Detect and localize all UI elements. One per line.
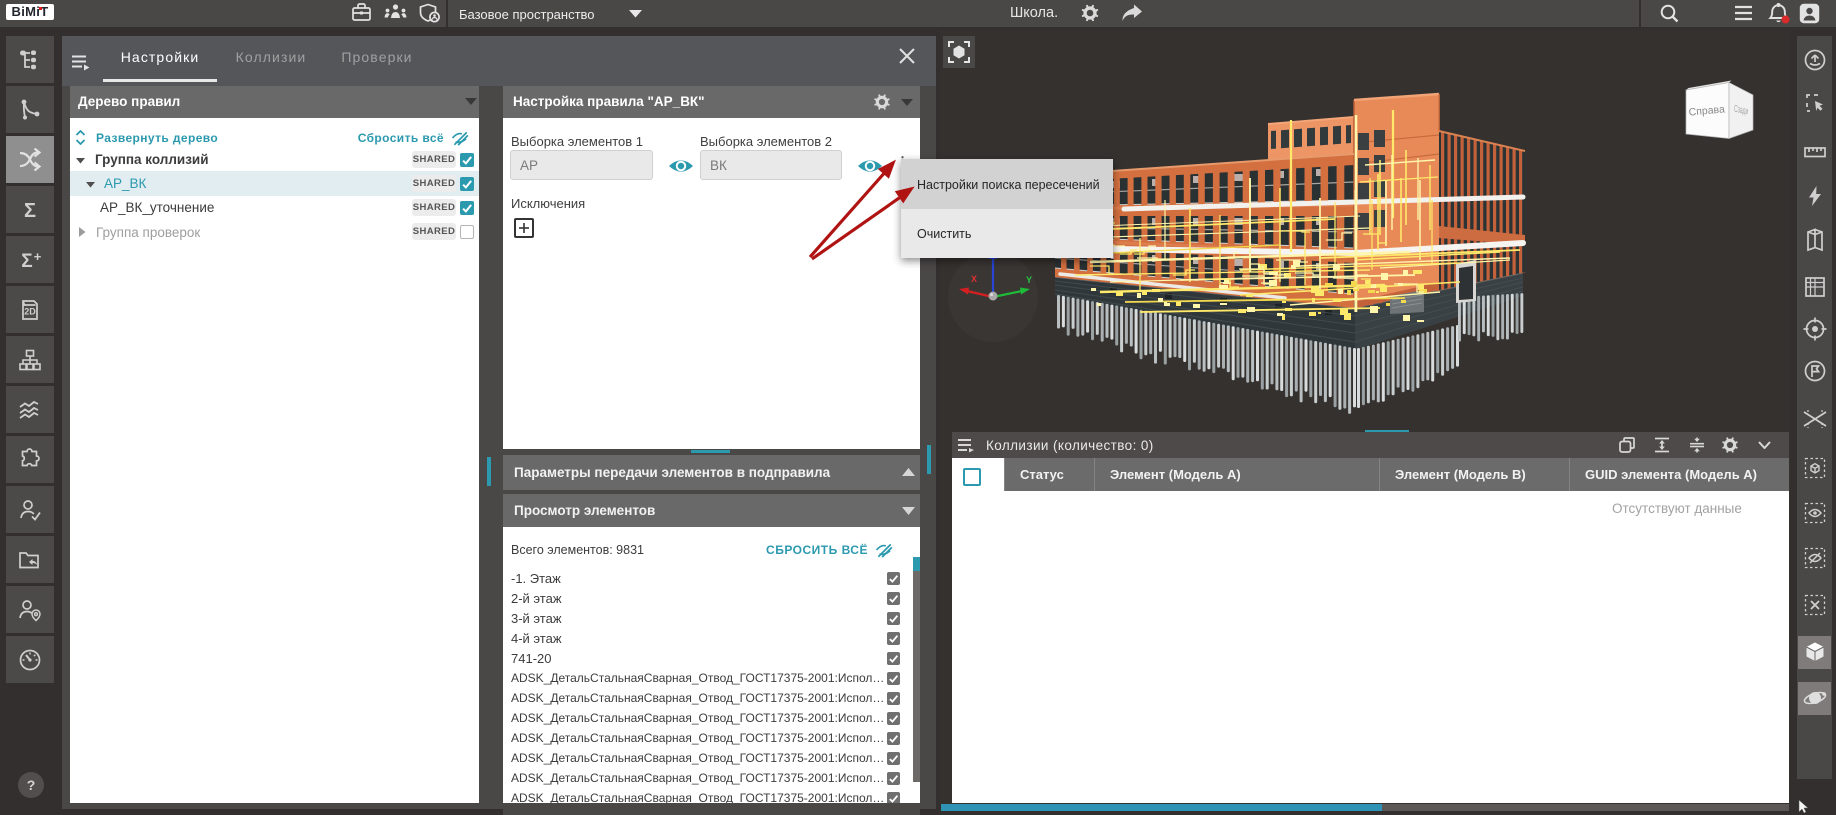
svg-text:Σ: Σ — [21, 251, 32, 272]
svg-text:Σ: Σ — [24, 200, 36, 222]
svg-text:+: + — [34, 249, 42, 264]
svg-text:Y: Y — [1026, 275, 1032, 285]
svg-text:2D: 2D — [24, 306, 36, 316]
